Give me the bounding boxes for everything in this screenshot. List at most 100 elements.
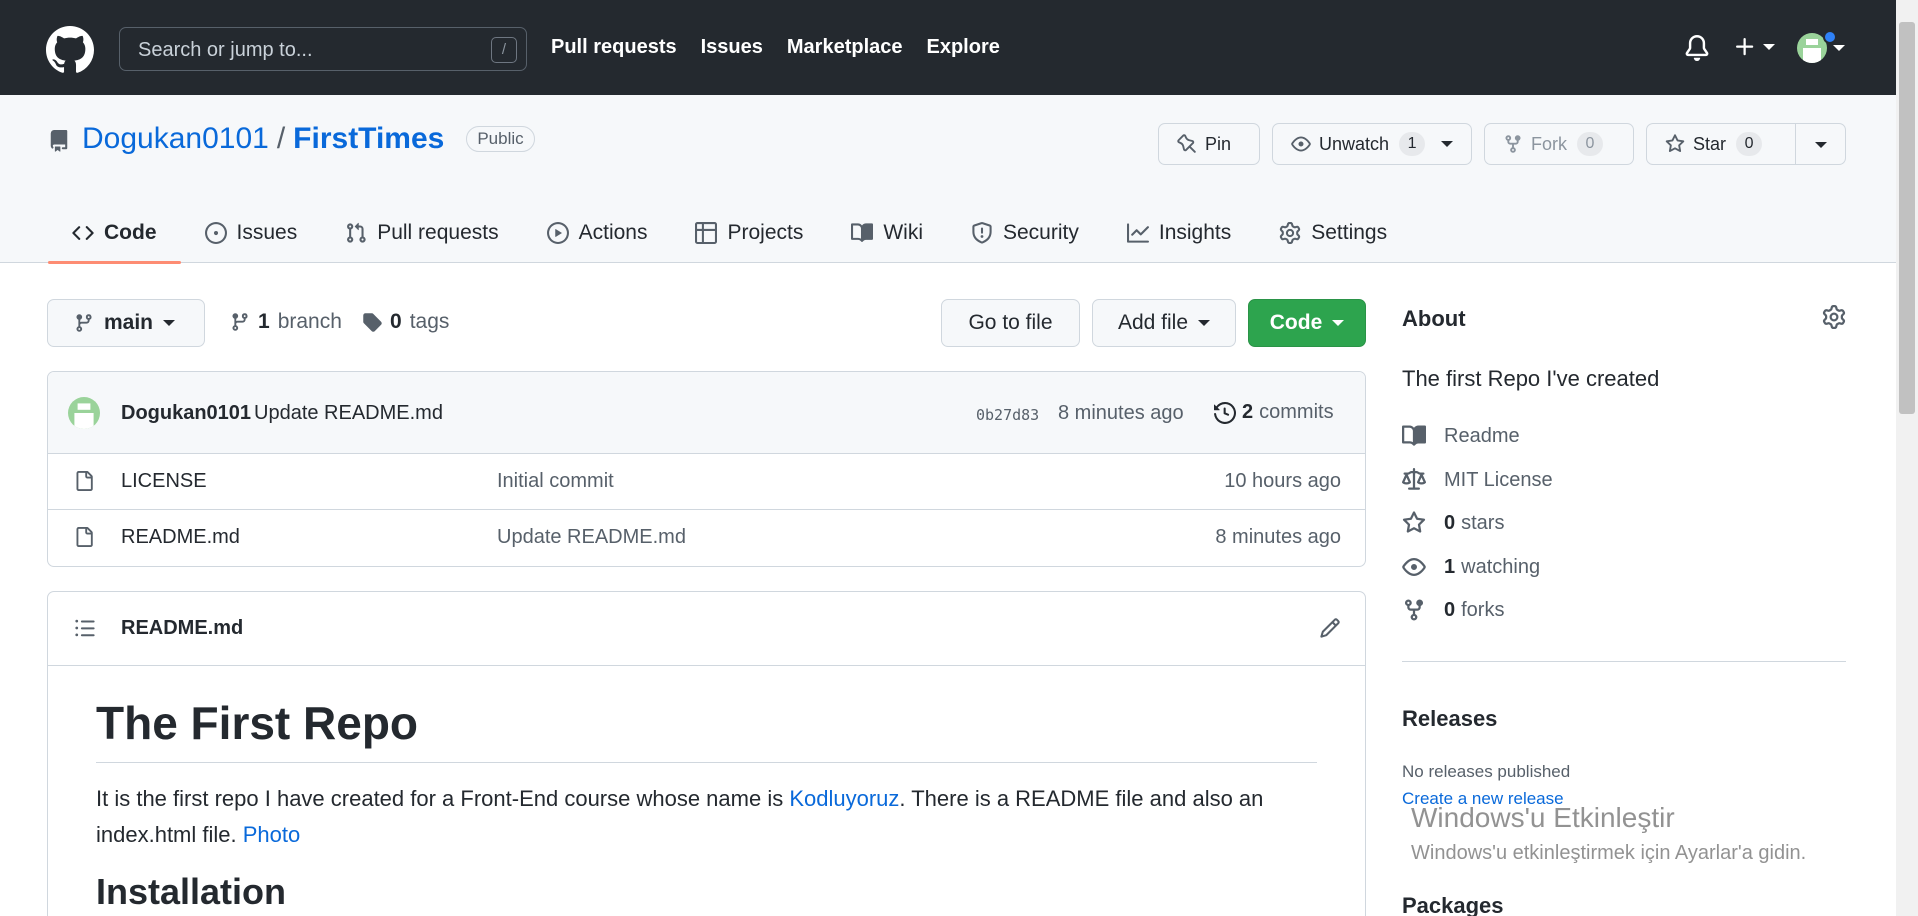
gear-icon: [1280, 221, 1301, 244]
tab-settings[interactable]: Settings: [1255, 202, 1411, 263]
readme-link[interactable]: Readme: [1402, 424, 1520, 448]
forks-link[interactable]: 0 forks: [1402, 598, 1504, 622]
file-commit-time: 8 minutes ago: [1215, 526, 1341, 548]
tab-security[interactable]: Security: [947, 202, 1103, 263]
tab-label: Projects: [727, 220, 804, 244]
notifications-bell-icon[interactable]: [1684, 35, 1710, 61]
file-commit-message-link[interactable]: Initial commit: [497, 470, 614, 493]
scrollbar-thumb[interactable]: [1899, 22, 1915, 414]
repo-owner-link[interactable]: Dogukan0101: [82, 122, 269, 156]
releases-heading[interactable]: Releases: [1402, 706, 1497, 732]
nav-issues[interactable]: Issues: [701, 36, 763, 59]
commits-link[interactable]: 2 commits: [1214, 401, 1334, 424]
repo-header: Dogukan0101 / FirstTimes Public Pin Unwa…: [0, 95, 1896, 264]
commit-count: 2: [1242, 401, 1254, 423]
star-icon: [1402, 511, 1426, 533]
tab-projects[interactable]: Projects: [671, 202, 827, 263]
pin-button[interactable]: Pin: [1158, 123, 1260, 165]
readme-header: README.md: [48, 592, 1365, 666]
pin-icon: [1177, 134, 1196, 153]
commit-time: 8 minutes ago: [1058, 402, 1184, 424]
watching-link[interactable]: 1 watching: [1402, 555, 1540, 579]
code-button[interactable]: Code: [1248, 299, 1366, 347]
nav-pull-requests[interactable]: Pull requests: [551, 36, 677, 59]
tags-link[interactable]: 0 tags: [362, 310, 449, 334]
create-new-menu[interactable]: [1733, 35, 1775, 59]
button-divider: [1795, 124, 1796, 164]
gear-icon[interactable]: [1822, 305, 1846, 329]
nav-marketplace[interactable]: Marketplace: [787, 36, 903, 59]
tab-label: Security: [1003, 220, 1079, 244]
tab-code[interactable]: Code: [48, 202, 181, 264]
file-icon: [76, 527, 93, 547]
tab-pull-requests[interactable]: Pull requests: [321, 202, 522, 263]
search-shortcut-key: /: [491, 37, 517, 63]
user-menu[interactable]: [1797, 33, 1845, 63]
fork-count: 0: [1577, 132, 1603, 156]
star-count: 0: [1736, 132, 1763, 156]
windows-activation-title: Windows'u Etkinleştir: [1411, 802, 1675, 833]
table-icon: [695, 221, 718, 244]
tab-insights[interactable]: Insights: [1103, 202, 1255, 263]
branch-select-button[interactable]: main: [47, 299, 205, 347]
issue-icon: [204, 221, 227, 244]
visibility-badge: Public: [466, 126, 535, 152]
tab-wiki[interactable]: Wiki: [827, 202, 947, 263]
tab-label: Settings: [1311, 220, 1388, 244]
commit-sha-link[interactable]: 0b27d83: [976, 406, 1039, 424]
stars-label: stars: [1461, 511, 1505, 534]
readme-filename[interactable]: README.md: [121, 617, 243, 640]
photo-link[interactable]: Photo: [243, 822, 301, 847]
kodluyoruz-link[interactable]: Kodluyoruz: [789, 786, 899, 811]
stars-link[interactable]: 0 stars: [1402, 511, 1504, 535]
star-list-chevron-icon[interactable]: [1815, 142, 1827, 148]
tab-label: Code: [104, 220, 157, 244]
license-label: MIT License: [1444, 468, 1553, 491]
commit-count-label: commits: [1259, 401, 1334, 423]
avatar[interactable]: [68, 397, 100, 429]
unwatch-button[interactable]: Unwatch 1: [1272, 123, 1472, 165]
fork-button[interactable]: Fork 0: [1484, 123, 1634, 165]
list-unordered-icon[interactable]: [74, 617, 96, 639]
github-logo-icon[interactable]: [46, 26, 94, 74]
packages-heading[interactable]: Packages: [1402, 893, 1504, 916]
about-heading: About: [1402, 306, 1466, 331]
chevron-down-icon: [1833, 45, 1845, 51]
file-commit-message-link[interactable]: Update README.md: [497, 526, 686, 549]
pencil-icon[interactable]: [1319, 617, 1341, 639]
file-name-link[interactable]: LICENSE: [121, 470, 207, 493]
repo-name-link[interactable]: FirstTimes: [293, 122, 444, 156]
watching-label: watching: [1461, 555, 1541, 578]
tab-label: Pull requests: [377, 220, 499, 244]
search-input[interactable]: Search or jump to... /: [119, 27, 527, 71]
license-link[interactable]: MIT License: [1402, 468, 1553, 492]
fork-label: Fork: [1531, 133, 1567, 154]
book-icon: [851, 222, 874, 242]
branches-link[interactable]: 1 branch: [230, 310, 342, 334]
tab-issues[interactable]: Issues: [181, 202, 322, 263]
tag-count: 0: [390, 310, 402, 333]
commit-author-link[interactable]: Dogukan0101: [121, 402, 251, 425]
add-file-label: Add file: [1117, 311, 1189, 334]
tab-label: Actions: [578, 220, 648, 244]
book-icon: [1402, 425, 1426, 446]
go-to-file-button[interactable]: Go to file: [941, 299, 1080, 347]
nav-explore[interactable]: Explore: [927, 36, 1000, 59]
search-placeholder: Search or jump to...: [138, 39, 313, 61]
status-dot-icon: [1823, 30, 1837, 44]
chevron-down-icon: [1763, 44, 1775, 50]
add-file-button[interactable]: Add file: [1092, 299, 1236, 347]
watching-count: 1: [1444, 555, 1456, 578]
file-name-link[interactable]: README.md: [121, 526, 240, 549]
no-releases-text: No releases published: [1402, 762, 1571, 781]
readme-panel: README.md The First Repo It is the first…: [47, 591, 1366, 916]
repo-tabs: Code Issues Pull requests Actions Projec…: [48, 202, 1411, 264]
play-icon: [546, 221, 569, 244]
commit-message-link[interactable]: Update README.md: [254, 402, 443, 425]
star-button[interactable]: Star 0: [1646, 123, 1846, 165]
graph-icon: [1126, 222, 1149, 243]
tab-actions[interactable]: Actions: [523, 202, 672, 263]
star-label: Star: [1693, 133, 1727, 154]
repo-title: Dogukan0101 / FirstTimes Public: [82, 122, 535, 156]
chevron-down-icon: [1441, 141, 1454, 147]
